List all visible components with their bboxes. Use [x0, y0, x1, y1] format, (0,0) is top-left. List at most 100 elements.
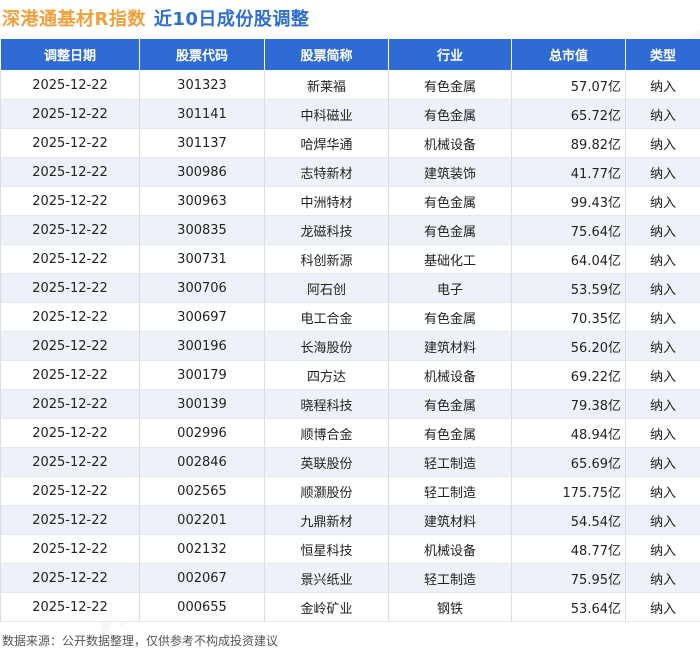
table-row: 2025-12-22301137哈焊华通机械设备89.82亿纳入 [1, 129, 700, 158]
cell-industry: 有色金属 [389, 71, 512, 100]
cell-date: 2025-12-22 [1, 361, 140, 390]
cell-type: 纳入 [626, 390, 700, 419]
cell-market-cap: 99.43亿 [512, 187, 626, 216]
cell-name: 英联股份 [265, 448, 389, 477]
cell-market-cap: 41.77亿 [512, 158, 626, 187]
cell-industry: 建筑装饰 [389, 158, 512, 187]
cell-date: 2025-12-22 [1, 390, 140, 419]
table-row: 2025-12-22300731科创新源基础化工64.04亿纳入 [1, 245, 700, 274]
cell-market-cap: 75.95亿 [512, 564, 626, 593]
cell-name: 长海股份 [265, 332, 389, 361]
cell-market-cap: 53.64亿 [512, 593, 626, 622]
cell-industry: 建筑材料 [389, 332, 512, 361]
cell-industry: 有色金属 [389, 419, 512, 448]
cell-industry: 建筑材料 [389, 506, 512, 535]
table-row: 2025-12-22300179四方达机械设备69.22亿纳入 [1, 361, 700, 390]
cell-date: 2025-12-22 [1, 129, 140, 158]
cell-market-cap: 69.22亿 [512, 361, 626, 390]
cell-name: 顺博合金 [265, 419, 389, 448]
cell-type: 纳入 [626, 535, 700, 564]
header-type: 类型 [626, 39, 700, 71]
cell-industry: 有色金属 [389, 303, 512, 332]
cell-name: 龙磁科技 [265, 216, 389, 245]
cell-type: 纳入 [626, 448, 700, 477]
cell-code: 300697 [140, 303, 265, 332]
table-row: 2025-12-22002996顺博合金有色金属48.94亿纳入 [1, 419, 700, 448]
table-body: 2025-12-22301323新莱福有色金属57.07亿纳入2025-12-2… [1, 71, 700, 622]
cell-name: 科创新源 [265, 245, 389, 274]
cell-code: 301323 [140, 71, 265, 100]
subtitle: 近10日成份股调整 [154, 5, 310, 31]
cell-code: 301137 [140, 129, 265, 158]
table-row: 2025-12-22300835龙磁科技有色金属75.64亿纳入 [1, 216, 700, 245]
cell-industry: 机械设备 [389, 129, 512, 158]
cell-industry: 有色金属 [389, 390, 512, 419]
table-row: 2025-12-22300139晓程科技有色金属79.38亿纳入 [1, 390, 700, 419]
cell-date: 2025-12-22 [1, 477, 140, 506]
constituent-table: 调整日期 股票代码 股票简称 行业 总市值 类型 2025-12-2230132… [0, 38, 700, 622]
cell-industry: 电子 [389, 274, 512, 303]
header-name: 股票简称 [265, 39, 389, 71]
cell-code: 002201 [140, 506, 265, 535]
cell-date: 2025-12-22 [1, 332, 140, 361]
cell-name: 四方达 [265, 361, 389, 390]
table-header-row: 调整日期 股票代码 股票简称 行业 总市值 类型 [1, 39, 700, 71]
cell-code: 301141 [140, 100, 265, 129]
cell-name: 金岭矿业 [265, 593, 389, 622]
cell-market-cap: 65.69亿 [512, 448, 626, 477]
cell-type: 纳入 [626, 245, 700, 274]
cell-type: 纳入 [626, 100, 700, 129]
table-row: 2025-12-22002201九鼎新材建筑材料54.54亿纳入 [1, 506, 700, 535]
cell-code: 300835 [140, 216, 265, 245]
cell-type: 纳入 [626, 158, 700, 187]
cell-name: 顺灏股份 [265, 477, 389, 506]
cell-market-cap: 89.82亿 [512, 129, 626, 158]
cell-code: 002846 [140, 448, 265, 477]
table-row: 2025-12-22002067景兴纸业轻工制造75.95亿纳入 [1, 564, 700, 593]
cell-name: 景兴纸业 [265, 564, 389, 593]
cell-code: 300139 [140, 390, 265, 419]
cell-type: 纳入 [626, 274, 700, 303]
table-row: 2025-12-22301323新莱福有色金属57.07亿纳入 [1, 71, 700, 100]
cell-market-cap: 64.04亿 [512, 245, 626, 274]
cell-market-cap: 65.72亿 [512, 100, 626, 129]
cell-code: 300963 [140, 187, 265, 216]
cell-code: 300731 [140, 245, 265, 274]
table-row: 2025-12-22002565顺灏股份轻工制造175.75亿纳入 [1, 477, 700, 506]
cell-industry: 基础化工 [389, 245, 512, 274]
cell-type: 纳入 [626, 477, 700, 506]
cell-date: 2025-12-22 [1, 216, 140, 245]
cell-name: 志特新材 [265, 158, 389, 187]
table-row: 2025-12-22002132恒星科技机械设备48.77亿纳入 [1, 535, 700, 564]
cell-name: 新莱福 [265, 71, 389, 100]
cell-industry: 轻工制造 [389, 477, 512, 506]
table-row: 2025-12-22300963中洲特材有色金属99.43亿纳入 [1, 187, 700, 216]
cell-name: 晓程科技 [265, 390, 389, 419]
table-row: 2025-12-22002846英联股份轻工制造65.69亿纳入 [1, 448, 700, 477]
cell-date: 2025-12-22 [1, 506, 140, 535]
cell-type: 纳入 [626, 419, 700, 448]
cell-type: 纳入 [626, 129, 700, 158]
cell-market-cap: 70.35亿 [512, 303, 626, 332]
cell-type: 纳入 [626, 216, 700, 245]
header-date: 调整日期 [1, 39, 140, 71]
header-industry: 行业 [389, 39, 512, 71]
table-row: 2025-12-22000655金岭矿业钢铁53.64亿纳入 [1, 593, 700, 622]
cell-name: 九鼎新材 [265, 506, 389, 535]
cell-code: 002996 [140, 419, 265, 448]
cell-market-cap: 56.20亿 [512, 332, 626, 361]
cell-name: 中洲特材 [265, 187, 389, 216]
cell-industry: 机械设备 [389, 535, 512, 564]
cell-market-cap: 79.38亿 [512, 390, 626, 419]
cell-code: 300179 [140, 361, 265, 390]
cell-date: 2025-12-22 [1, 274, 140, 303]
header-market-cap: 总市值 [512, 39, 626, 71]
table-row: 2025-12-22300196长海股份建筑材料56.20亿纳入 [1, 332, 700, 361]
cell-type: 纳入 [626, 71, 700, 100]
table-row: 2025-12-22301141中科磁业有色金属65.72亿纳入 [1, 100, 700, 129]
cell-industry: 轻工制造 [389, 448, 512, 477]
cell-market-cap: 75.64亿 [512, 216, 626, 245]
cell-type: 纳入 [626, 593, 700, 622]
cell-date: 2025-12-22 [1, 535, 140, 564]
cell-industry: 有色金属 [389, 216, 512, 245]
